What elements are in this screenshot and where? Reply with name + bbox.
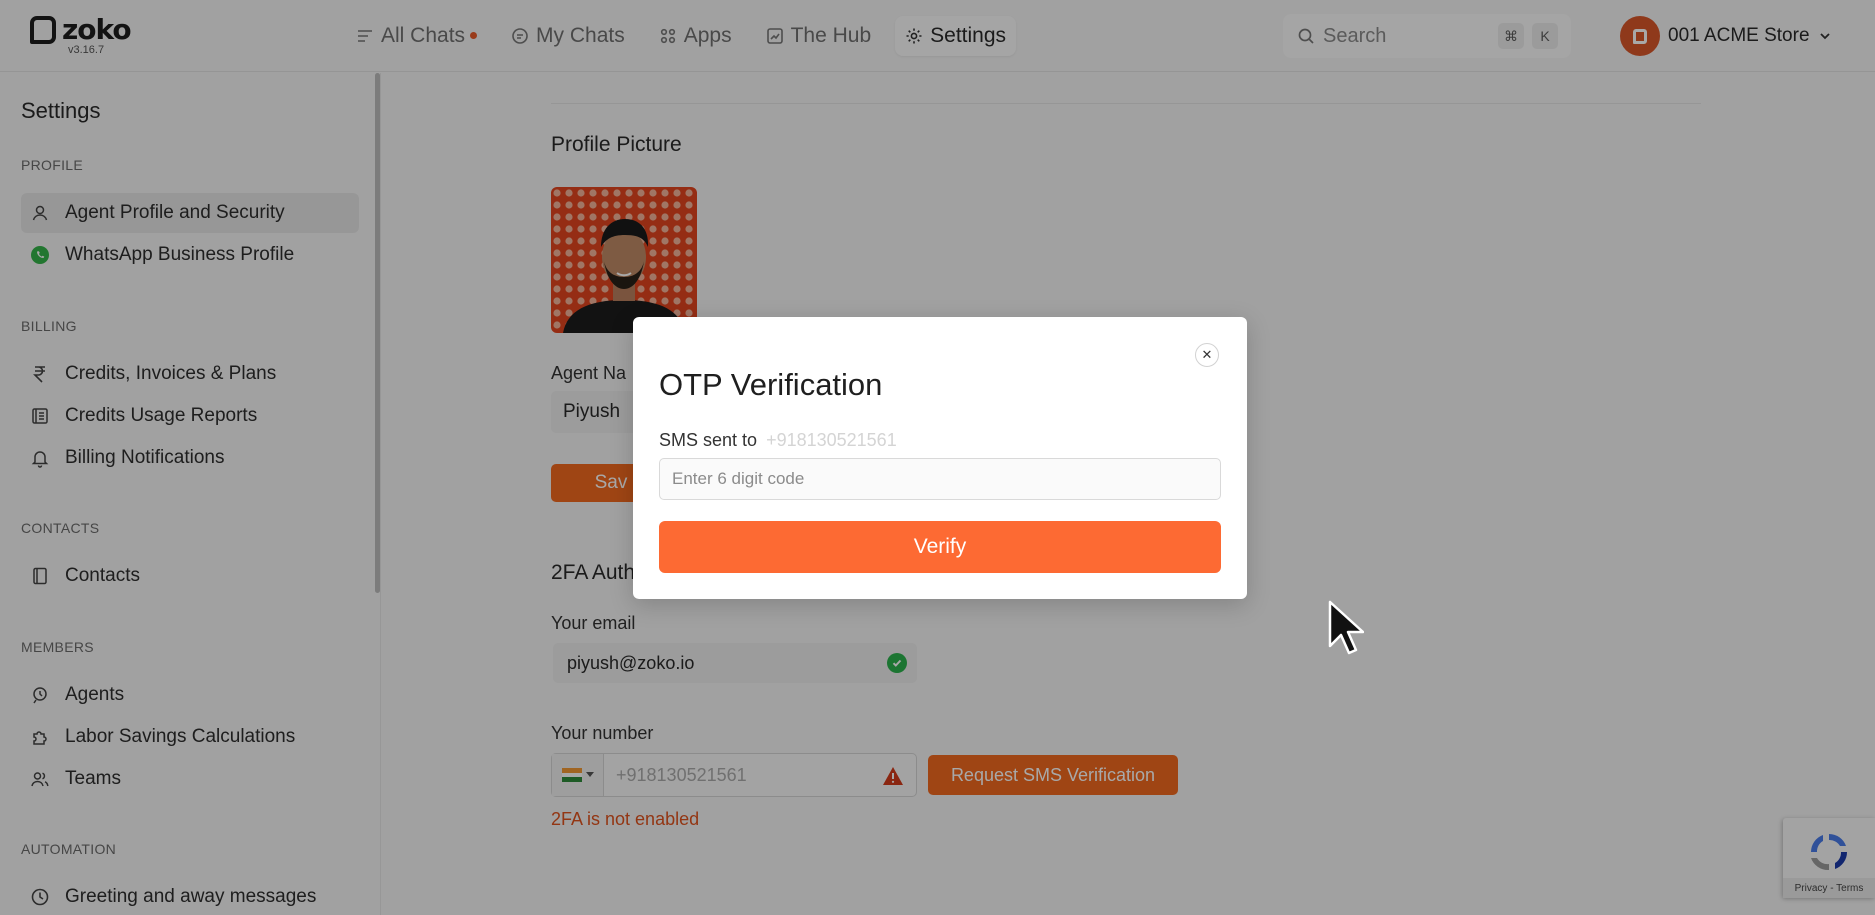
close-button[interactable]: ✕ bbox=[1195, 343, 1219, 367]
verify-button[interactable]: Verify bbox=[659, 521, 1221, 573]
modal-title: OTP Verification bbox=[659, 367, 883, 402]
sms-phone-number: +918130521561 bbox=[766, 430, 897, 450]
sms-sent-label: SMS sent to bbox=[659, 430, 758, 450]
mouse-cursor-icon bbox=[1328, 600, 1364, 655]
otp-verification-modal: ✕ OTP Verification SMS sent to +91813052… bbox=[633, 317, 1247, 599]
otp-code-input[interactable] bbox=[659, 458, 1221, 500]
sms-sent-line: SMS sent to +918130521561 bbox=[659, 430, 897, 451]
